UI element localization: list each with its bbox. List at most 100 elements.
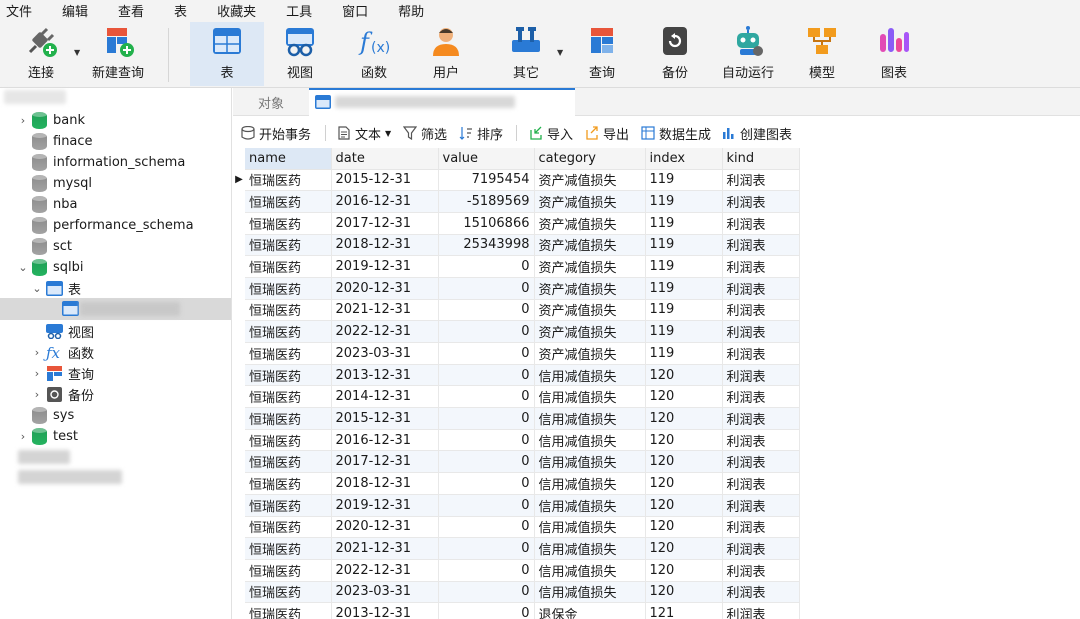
cell-kind[interactable]: 利润表 [722,450,800,474]
chevron-down-icon[interactable]: ▼ [385,129,391,138]
user-button[interactable]: 用户 [414,22,478,86]
menu-window[interactable]: 窗口 [336,1,368,20]
cell-index[interactable]: 119 [645,255,723,278]
cell-name[interactable]: 恒瑞医药 [245,299,332,322]
table-row[interactable]: 恒瑞医药 2018-12-31 25343998 资产减值损失 119 利润表 [233,234,800,257]
cell-category[interactable]: 资产减值损失 [534,234,646,257]
cell-date[interactable]: 2017-12-31 [331,212,439,235]
db-node-sys[interactable]: sys [16,405,74,426]
cell-index[interactable]: 120 [645,516,723,539]
cell-category[interactable]: 资产减值损失 [534,212,646,235]
filter-button[interactable]: 筛选 [403,124,447,143]
table-row[interactable]: 恒瑞医药 2023-03-31 0 资产减值损失 119 利润表 [233,342,800,365]
expand-arrow-icon[interactable]: › [30,388,44,401]
cell-category[interactable]: 资产减值损失 [534,320,646,343]
cell-name[interactable]: 恒瑞医药 [245,212,332,235]
cell-name[interactable]: 恒瑞医药 [245,429,332,452]
tree-functions-folder[interactable]: › ƒx 函数 [30,342,94,363]
table-row[interactable]: 恒瑞医药 2016-12-31 0 信用减值损失 120 利润表 [233,429,800,452]
table-row[interactable]: 恒瑞医药 2019-12-31 0 信用减值损失 120 利润表 [233,494,800,517]
tab-table-data[interactable] [309,88,575,116]
cell-date[interactable]: 2018-12-31 [331,234,439,257]
cell-date[interactable]: 2021-12-31 [331,537,439,560]
cell-date[interactable]: 2019-12-31 [331,494,439,517]
table-row[interactable]: 恒瑞医药 2020-12-31 0 信用减值损失 120 利润表 [233,516,800,539]
cell-category[interactable]: 信用减值损失 [534,364,646,387]
cell-name[interactable]: 恒瑞医药 [245,364,332,387]
connect-dropdown-icon[interactable]: ▼ [74,48,80,57]
other-button[interactable]: 其它 [494,22,558,86]
cell-category[interactable]: 资产减值损失 [534,277,646,300]
cell-category[interactable]: 资产减值损失 [534,169,646,192]
cell-name[interactable]: 恒瑞医药 [245,342,332,365]
backup-button[interactable]: 备份 [643,22,707,86]
column-header-name[interactable]: name [245,148,332,170]
cell-index[interactable]: 120 [645,450,723,474]
tree-views-folder[interactable]: 视图 [30,321,94,342]
menu-help[interactable]: 帮助 [392,1,424,20]
cell-date[interactable]: 2023-03-31 [331,342,439,365]
cell-category[interactable]: 信用减值损失 [534,494,646,517]
column-header-index[interactable]: index [645,148,723,170]
cell-name[interactable]: 恒瑞医药 [245,537,332,560]
cell-kind[interactable]: 利润表 [722,602,800,619]
cell-date[interactable]: 2013-12-31 [331,602,439,619]
column-header-kind[interactable]: kind [722,148,800,170]
expand-arrow-icon[interactable]: › [30,346,44,359]
automation-button[interactable]: 自动运行 [716,22,780,86]
cell-value[interactable]: 0 [438,602,535,619]
cell-date[interactable]: 2013-12-31 [331,364,439,387]
cell-date[interactable]: 2015-12-31 [331,407,439,430]
model-button[interactable]: 模型 [790,22,854,86]
chart-button[interactable]: 图表 [862,22,926,86]
cell-value[interactable]: 15106866 [438,212,535,235]
cell-index[interactable]: 120 [645,385,723,409]
table-button[interactable]: 表 [190,22,264,86]
expand-arrow-icon[interactable]: › [16,430,30,443]
table-row[interactable]: 恒瑞医药 2014-12-31 0 信用减值损失 120 利润表 [233,385,800,409]
cell-index[interactable]: 120 [645,581,723,604]
cell-category[interactable]: 信用减值损失 [534,559,646,582]
cell-value[interactable]: 0 [438,472,535,495]
cell-name[interactable]: 恒瑞医药 [245,559,332,582]
cell-name[interactable]: 恒瑞医药 [245,320,332,343]
cell-kind[interactable]: 利润表 [722,342,800,365]
cell-value[interactable]: 7195454 [438,169,535,192]
cell-value[interactable]: 0 [438,516,535,539]
cell-value[interactable]: 0 [438,450,535,474]
menu-tools[interactable]: 工具 [280,1,312,20]
table-row[interactable]: 恒瑞医药 2017-12-31 0 信用减值损失 120 利润表 [233,450,800,474]
cell-index[interactable]: 119 [645,169,723,192]
cell-category[interactable]: 信用减值损失 [534,450,646,474]
import-button[interactable]: 导入 [529,124,573,143]
query-button[interactable]: 查询 [570,22,634,86]
cell-value[interactable]: 0 [438,537,535,560]
cell-index[interactable]: 119 [645,190,723,213]
cell-category[interactable]: 信用减值损失 [534,581,646,604]
column-header-date[interactable]: date [331,148,439,170]
cell-name[interactable]: 恒瑞医药 [245,472,332,495]
cell-kind[interactable]: 利润表 [722,429,800,452]
cell-value[interactable]: 25343998 [438,234,535,257]
cell-value[interactable]: 0 [438,299,535,322]
cell-name[interactable]: 恒瑞医药 [245,255,332,278]
db-node-information-schema[interactable]: information_schema [16,152,185,173]
expand-arrow-icon[interactable]: › [16,114,30,127]
table-row[interactable]: 恒瑞医药 2021-12-31 0 资产减值损失 119 利润表 [233,299,800,322]
menu-table[interactable]: 表 [168,1,187,20]
cell-value[interactable]: 0 [438,342,535,365]
cell-category[interactable]: 资产减值损失 [534,342,646,365]
cell-name[interactable]: 恒瑞医药 [245,450,332,474]
cell-value[interactable]: 0 [438,255,535,278]
cell-index[interactable]: 121 [645,602,723,619]
cell-date[interactable]: 2020-12-31 [331,516,439,539]
db-node-test[interactable]: › test [16,426,78,447]
cell-name[interactable]: 恒瑞医药 [245,190,332,213]
column-header-category[interactable]: category [534,148,646,170]
cell-date[interactable]: 2017-12-31 [331,450,439,474]
cell-value[interactable]: 0 [438,364,535,387]
cell-kind[interactable]: 利润表 [722,320,800,343]
cell-name[interactable]: 恒瑞医药 [245,385,332,409]
cell-value[interactable]: 0 [438,581,535,604]
cell-value[interactable]: -5189569 [438,190,535,213]
